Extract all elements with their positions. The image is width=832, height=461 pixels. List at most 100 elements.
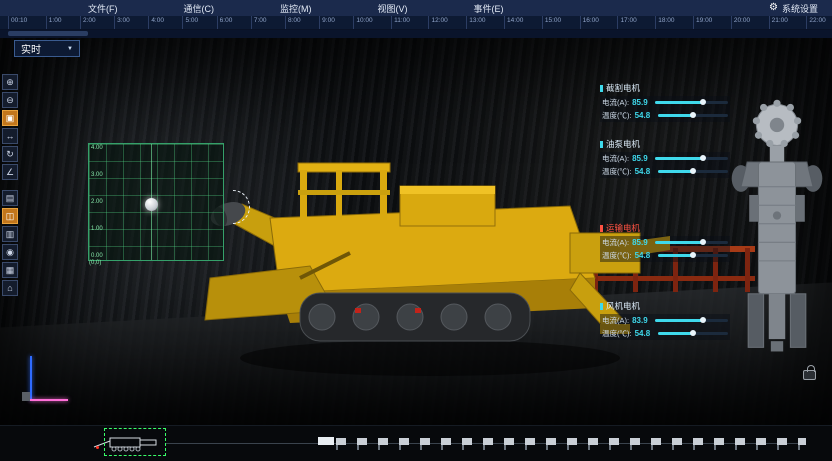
motor-panel-cutting: 截割电机 电流(A): 85.9 温度(℃): 54.8	[600, 82, 730, 122]
system-settings-button[interactable]: ⚙ 系统设置	[769, 2, 818, 15]
ruler-tick: 1:00	[46, 16, 62, 29]
ruler-tick: 16:00	[580, 16, 599, 29]
ruler-tick: 6:00	[217, 16, 233, 29]
temp-label: 温度(℃):	[602, 110, 632, 121]
ruler-tick: 18:00	[655, 16, 674, 29]
current-bar	[655, 157, 728, 160]
cutting-head-marker	[145, 198, 158, 211]
temp-label: 温度(℃):	[602, 166, 632, 177]
ruler-tick: 21:00	[769, 16, 788, 29]
ruler-tick: 3:00	[114, 16, 130, 29]
mode-dropdown[interactable]: 实时 ▼	[14, 40, 80, 57]
temp-value: 54.8	[635, 167, 655, 176]
timeline-scroll-handle[interactable]	[8, 31, 88, 36]
axes-indicator	[22, 356, 72, 406]
grid-y-label: 4.00	[91, 145, 103, 151]
system-settings-label: 系统设置	[782, 2, 818, 15]
alert-dot	[96, 446, 99, 449]
roadheader-machine[interactable]	[150, 158, 670, 408]
current-value: 85.9	[632, 154, 652, 163]
temp-label: 温度(℃):	[602, 250, 632, 261]
current-label: 电流(A):	[602, 97, 629, 108]
grid-y-label: 1.00	[91, 226, 103, 232]
grid-y-label: 2.00	[91, 199, 103, 205]
menu-item[interactable]: 视图(V)	[378, 2, 408, 15]
current-value: 83.9	[632, 316, 652, 325]
tunnel-overview-strip	[0, 425, 832, 461]
top-view-icon[interactable]: ▥	[2, 226, 18, 242]
temp-value: 54.8	[635, 251, 655, 260]
temp-value: 54.8	[635, 111, 655, 120]
timeline-ruler[interactable]: 00:101:002:003:004:005:006:007:008:009:0…	[0, 16, 832, 30]
ruler-tick: 17:00	[617, 16, 636, 29]
current-bar	[655, 319, 728, 322]
ruler-tick: 13:00	[466, 16, 485, 29]
current-value: 85.9	[632, 238, 652, 247]
zoom-in-icon[interactable]: ⊕	[2, 74, 18, 90]
temp-label: 温度(℃):	[602, 328, 632, 339]
focus-icon[interactable]: ◉	[2, 244, 18, 260]
ruler-tick: 11:00	[391, 16, 410, 29]
menu-item[interactable]: 事件(E)	[474, 2, 504, 15]
menubar: 文件(F) 通信(C) 监控(M) 视图(V) 事件(E) ⚙ 系统设置	[0, 0, 832, 16]
home-view-icon[interactable]: ⌂	[2, 280, 18, 296]
axis-origin-box	[22, 392, 30, 401]
side-view-icon[interactable]: ◫	[2, 208, 18, 224]
overview-selection-box[interactable]	[104, 428, 166, 456]
measure-icon[interactable]: ∠	[2, 164, 18, 180]
current-label: 电流(A):	[602, 237, 629, 248]
ruler-tick: 22:00	[806, 16, 825, 29]
scene-viewport[interactable]: 4.00 3.00 2.00 1.00 0.00 (0,0) 截割电机 电流(A): 8…	[0, 38, 832, 425]
axis-x-indicator	[30, 399, 68, 401]
position-grid-panel: 4.003.002.001.000.00 (0,0)	[88, 143, 224, 261]
machine-schematic	[730, 92, 824, 384]
motor-panel-fan: 风机电机 电流(A): 83.9 温度(℃): 54.8	[600, 300, 730, 340]
menu-items: 文件(F) 通信(C) 监控(M) 视图(V) 事件(E)	[88, 2, 504, 15]
ruler-tick: 12:00	[428, 16, 447, 29]
conveyor-segment-legs	[336, 445, 806, 450]
ruler-tick: 8:00	[285, 16, 301, 29]
zoom-out-icon[interactable]: ⊖	[2, 92, 18, 108]
menu-item[interactable]: 监控(M)	[280, 2, 312, 15]
front-view-icon[interactable]: ▤	[2, 190, 18, 206]
grid-origin-label: (0,0)	[89, 260, 101, 266]
view-toolbar: ⊕ ⊖ ▣ ↔ ↻ ∠ ▤ ◫ ▥ ◉ ▦ ⌂	[2, 74, 18, 296]
app-window: 文件(F) 通信(C) 监控(M) 视图(V) 事件(E) ⚙ 系统设置 00:10 1:…	[0, 0, 832, 461]
layers-icon[interactable]: ▦	[2, 262, 18, 278]
motor-title: 油泵电机	[600, 138, 730, 150]
motor-title: 运输电机	[600, 222, 730, 234]
temp-bar	[658, 332, 728, 335]
axis-y-indicator	[30, 356, 32, 400]
ruler-tick: 15:00	[542, 16, 561, 29]
current-bar	[655, 241, 728, 244]
lock-icon[interactable]	[803, 370, 816, 380]
current-label: 电流(A):	[602, 315, 629, 326]
ruler-tick: 00:10	[8, 16, 27, 29]
gear-icon[interactable]: ⚙	[769, 3, 778, 13]
menu-item[interactable]: 文件(F)	[88, 2, 118, 15]
ruler-tick: 9:00	[319, 16, 335, 29]
grid-y-label: 3.00	[91, 172, 103, 178]
grid-y-label: 0.00	[91, 253, 103, 259]
menu-item[interactable]: 通信(C)	[184, 2, 215, 15]
ruler-tick: 20:00	[731, 16, 750, 29]
ruler-tick: 19:00	[693, 16, 712, 29]
motor-panel-transport: 运输电机 电流(A): 85.9 温度(℃): 54.8	[600, 222, 730, 262]
current-label: 电流(A):	[602, 153, 629, 164]
motor-title: 截割电机	[600, 82, 730, 94]
current-value: 85.9	[632, 98, 652, 107]
temp-bar	[658, 114, 728, 117]
ruler-tick: 10:00	[353, 16, 372, 29]
pan-icon[interactable]: ↔	[2, 128, 18, 144]
ruler-tick: 5:00	[182, 16, 198, 29]
ruler-tick: 7:00	[251, 16, 267, 29]
timeline-scrollbar[interactable]	[0, 30, 832, 38]
motor-panel-oil-pump: 油泵电机 电流(A): 85.9 温度(℃): 54.8	[600, 138, 730, 178]
current-bar	[655, 101, 728, 104]
temp-value: 54.8	[635, 329, 655, 338]
conveyor-segments	[336, 438, 806, 445]
rotate-icon[interactable]: ↻	[2, 146, 18, 162]
fit-view-icon[interactable]: ▣	[2, 110, 18, 126]
ruler-tick: 14:00	[504, 16, 523, 29]
conveyor-bridge-head	[318, 437, 334, 445]
